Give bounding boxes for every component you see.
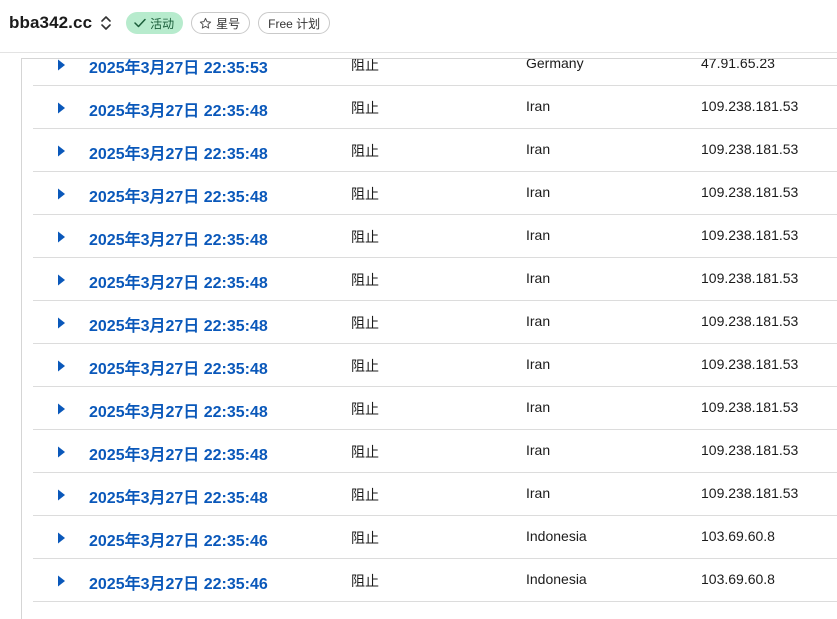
event-country: Iran xyxy=(526,184,551,200)
caret-right-icon[interactable] xyxy=(55,359,67,373)
event-action: 阻止 xyxy=(351,573,379,589)
star-outline-icon xyxy=(199,17,212,30)
event-time[interactable]: 2025年3月27日 22:35:53 xyxy=(89,59,268,78)
event-time[interactable]: 2025年3月27日 22:35:46 xyxy=(89,527,268,551)
event-ip: 109.238.181.53 xyxy=(701,356,799,372)
status-label: 活动 xyxy=(150,16,175,31)
event-action: 阻止 xyxy=(351,487,379,503)
events-table[interactable]: 2025年3月27日 22:35:53 阻止 Germany 47.91.65.23 2… xyxy=(21,58,837,619)
caret-right-icon[interactable] xyxy=(55,445,67,459)
caret-right-icon[interactable] xyxy=(55,187,67,201)
table-row[interactable]: 2025年3月27日 22:35:48 阻止 Iran 109.238.181.53 xyxy=(33,86,837,129)
event-country: Iran xyxy=(526,141,551,157)
caret-right-icon[interactable] xyxy=(55,59,67,72)
event-action: 阻止 xyxy=(351,58,379,73)
event-country: Iran xyxy=(526,98,551,114)
event-ip: 109.238.181.53 xyxy=(701,227,799,243)
event-time[interactable]: 2025年3月27日 22:35:48 xyxy=(89,140,268,164)
event-time[interactable]: 2025年3月27日 22:35:48 xyxy=(89,226,268,250)
event-time[interactable]: 2025年3月27日 22:35:48 xyxy=(89,398,268,422)
caret-right-icon[interactable] xyxy=(55,531,67,545)
event-country: Iran xyxy=(526,399,551,415)
header-divider xyxy=(0,52,837,53)
event-ip: 109.238.181.53 xyxy=(701,485,799,501)
event-ip: 109.238.181.53 xyxy=(701,270,799,286)
table-row[interactable]: 2025年3月27日 22:35:48 阻止 Iran 109.238.181.53 xyxy=(33,473,837,516)
event-action: 阻止 xyxy=(351,315,379,331)
event-time[interactable]: 2025年3月27日 22:35:48 xyxy=(89,183,268,207)
table-row[interactable]: 2025年3月27日 22:35:48 阻止 Iran 109.238.181.53 xyxy=(33,301,837,344)
caret-right-icon[interactable] xyxy=(55,273,67,287)
event-action: 阻止 xyxy=(351,358,379,374)
plan-badge: Free 计划 xyxy=(258,12,331,34)
event-country: Indonesia xyxy=(526,571,587,587)
star-label: 星号 xyxy=(216,16,241,31)
event-ip: 109.238.181.53 xyxy=(701,141,799,157)
event-time[interactable]: 2025年3月27日 22:35:46 xyxy=(89,570,268,594)
caret-right-icon[interactable] xyxy=(55,402,67,416)
event-ip: 109.238.181.53 xyxy=(701,313,799,329)
caret-right-icon[interactable] xyxy=(55,574,67,588)
events-table-body: 2025年3月27日 22:35:53 阻止 Germany 47.91.65.23 2… xyxy=(22,58,837,602)
event-time[interactable]: 2025年3月27日 22:35:48 xyxy=(89,97,268,121)
event-time[interactable]: 2025年3月27日 22:35:48 xyxy=(89,312,268,336)
event-action: 阻止 xyxy=(351,530,379,546)
event-time[interactable]: 2025年3月27日 22:35:48 xyxy=(89,269,268,293)
caret-right-icon[interactable] xyxy=(55,230,67,244)
table-row[interactable]: 2025年3月27日 22:35:48 阻止 Iran 109.238.181.53 xyxy=(33,387,837,430)
event-action: 阻止 xyxy=(351,401,379,417)
event-ip: 109.238.181.53 xyxy=(701,184,799,200)
event-action: 阻止 xyxy=(351,143,379,159)
table-row[interactable]: 2025年3月27日 22:35:53 阻止 Germany 47.91.65.23 xyxy=(33,58,837,86)
event-action: 阻止 xyxy=(351,100,379,116)
table-row[interactable]: 2025年3月27日 22:35:48 阻止 Iran 109.238.181.53 xyxy=(33,129,837,172)
event-ip: 109.238.181.53 xyxy=(701,442,799,458)
event-ip: 103.69.60.8 xyxy=(701,528,775,544)
status-badge: 活动 xyxy=(126,12,184,34)
event-country: Iran xyxy=(526,270,551,286)
event-action: 阻止 xyxy=(351,229,379,245)
table-row[interactable]: 2025年3月27日 22:35:46 阻止 Indonesia 103.69.60.… xyxy=(33,559,837,602)
event-country: Iran xyxy=(526,442,551,458)
caret-right-icon[interactable] xyxy=(55,316,67,330)
site-name[interactable]: bba342.cc xyxy=(9,13,92,33)
event-action: 阻止 xyxy=(351,272,379,288)
caret-right-icon[interactable] xyxy=(55,488,67,502)
event-action: 阻止 xyxy=(351,186,379,202)
table-row[interactable]: 2025年3月27日 22:35:48 阻止 Iran 109.238.181.53 xyxy=(33,258,837,301)
table-row[interactable]: 2025年3月27日 22:35:48 阻止 Iran 109.238.181.53 xyxy=(33,215,837,258)
event-ip: 47.91.65.23 xyxy=(701,58,775,71)
table-row[interactable]: 2025年3月27日 22:35:48 阻止 Iran 109.238.181.53 xyxy=(33,344,837,387)
chevron-up-down-icon[interactable] xyxy=(99,13,113,33)
event-ip: 103.69.60.8 xyxy=(701,571,775,587)
event-action: 阻止 xyxy=(351,444,379,460)
caret-right-icon[interactable] xyxy=(55,101,67,115)
event-country: Iran xyxy=(526,313,551,329)
event-country: Iran xyxy=(526,356,551,372)
event-country: Indonesia xyxy=(526,528,587,544)
check-icon xyxy=(134,18,146,28)
star-button[interactable]: 星号 xyxy=(191,12,251,34)
event-time[interactable]: 2025年3月27日 22:35:48 xyxy=(89,355,268,379)
caret-right-icon[interactable] xyxy=(55,144,67,158)
event-ip: 109.238.181.53 xyxy=(701,399,799,415)
table-row[interactable]: 2025年3月27日 22:35:48 阻止 Iran 109.238.181.53 xyxy=(33,172,837,215)
event-country: Germany xyxy=(526,58,584,71)
page-header: bba342.cc 活动 星号 Free 计划 xyxy=(0,0,837,46)
event-time[interactable]: 2025年3月27日 22:35:48 xyxy=(89,441,268,465)
event-time[interactable]: 2025年3月27日 22:35:48 xyxy=(89,484,268,508)
table-row[interactable]: 2025年3月27日 22:35:46 阻止 Indonesia 103.69.60.… xyxy=(33,516,837,559)
event-country: Iran xyxy=(526,485,551,501)
table-row[interactable]: 2025年3月27日 22:35:48 阻止 Iran 109.238.181.53 xyxy=(33,430,837,473)
event-country: Iran xyxy=(526,227,551,243)
event-ip: 109.238.181.53 xyxy=(701,98,799,114)
